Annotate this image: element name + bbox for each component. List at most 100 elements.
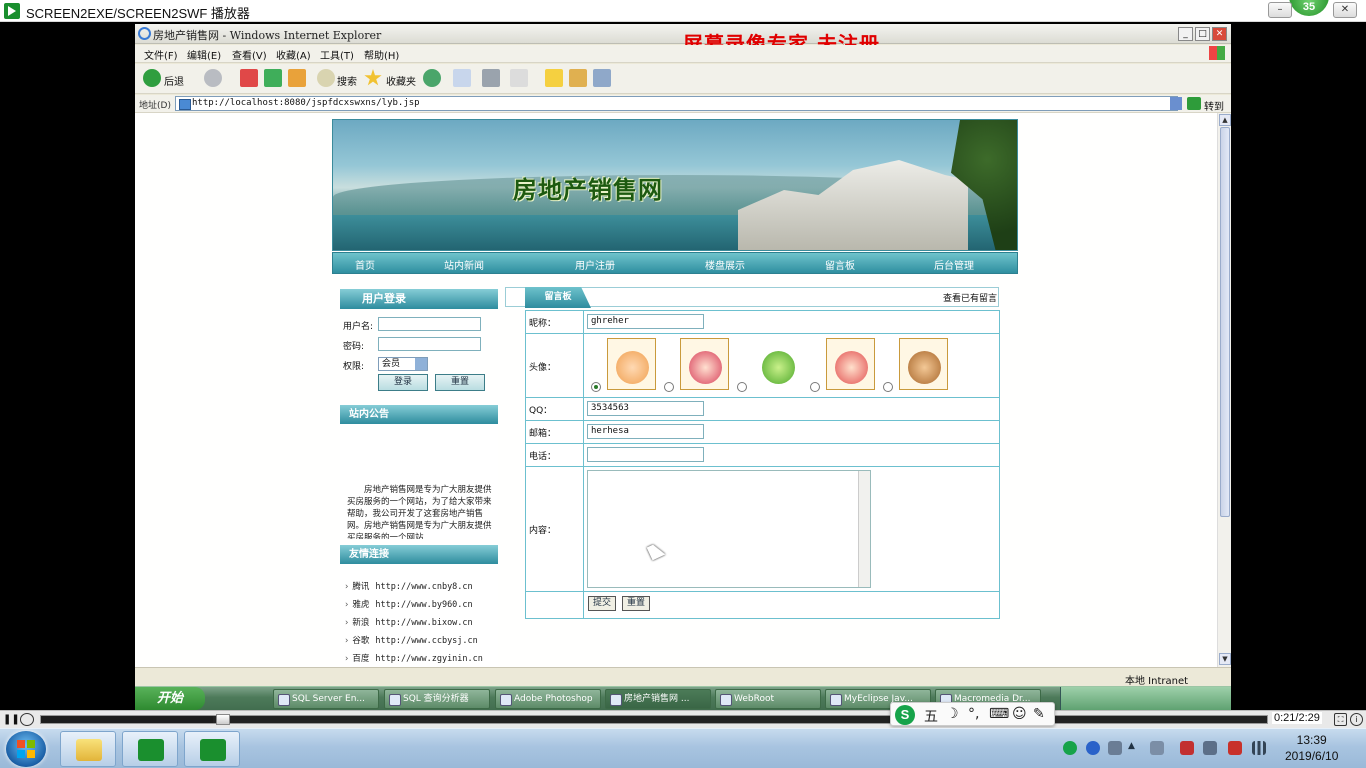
avatar-radio-4[interactable] (810, 382, 820, 392)
address-dropdown-icon[interactable] (1170, 97, 1182, 110)
scroll-thumb[interactable] (1220, 127, 1230, 517)
menu-favorites[interactable]: 收藏(A) (276, 47, 311, 62)
explorer-pinned[interactable] (60, 731, 116, 767)
role-select[interactable]: 会员 (378, 357, 428, 371)
help-tray-icon[interactable] (1086, 741, 1100, 755)
search-label[interactable]: 搜索 (337, 73, 357, 88)
half-width-icon[interactable]: ☽ (946, 706, 959, 722)
favorites-label[interactable]: 收藏夹 (386, 73, 416, 88)
folder-icon[interactable] (545, 69, 563, 87)
login-reset-button[interactable]: 重置 (435, 374, 485, 391)
username-input[interactable] (378, 317, 481, 331)
avatar-radio-2[interactable] (664, 382, 674, 392)
menu-edit[interactable]: 编辑(E) (187, 47, 221, 62)
nav-home[interactable]: 首页 (355, 257, 375, 272)
content-textarea[interactable] (587, 470, 871, 588)
nickname-input[interactable]: ghreher (587, 314, 704, 329)
fullscreen-icon[interactable]: ⛶ (1334, 713, 1347, 726)
avatar-option-4[interactable] (826, 338, 875, 390)
qq-input[interactable]: 3534563 (587, 401, 704, 416)
menu-tools[interactable]: 工具(T) (320, 47, 354, 62)
submit-button[interactable]: 提交 (588, 596, 616, 611)
go-button[interactable]: 转到 (1204, 98, 1224, 113)
avatar-radio-1[interactable] (591, 382, 601, 392)
friend-link[interactable]: › 雅虎 http://www.by960.cn (345, 598, 473, 610)
scroll-up-icon[interactable]: ▲ (1219, 114, 1231, 126)
stop-icon[interactable] (20, 713, 34, 726)
player-pinned-1[interactable] (122, 731, 178, 767)
signal-icon[interactable] (1252, 741, 1266, 755)
seek-thumb[interactable] (216, 714, 230, 725)
close-button[interactable]: ✕ (1333, 2, 1357, 18)
task-ie-page[interactable]: 房地产销售网 ... (605, 689, 711, 709)
info-icon[interactable]: i (1350, 713, 1363, 726)
ime-mode[interactable]: 五 (924, 706, 938, 726)
page-scrollbar[interactable]: ▲ ▼ (1217, 113, 1231, 667)
notification-badge[interactable]: 35 (1289, 0, 1329, 16)
refresh-icon[interactable] (264, 69, 282, 87)
sogou-tray-icon[interactable] (1063, 741, 1077, 755)
friend-link[interactable]: › 百度 http://www.zgyinin.cn (345, 652, 483, 664)
nav-news[interactable]: 站内新闻 (444, 257, 484, 272)
ie-maximize-button[interactable]: □ (1195, 27, 1210, 41)
punctuation-icon[interactable]: °, (968, 706, 979, 722)
friend-link[interactable]: › 谷歌 http://www.ccbysj.cn (345, 634, 478, 646)
address-input[interactable]: http://localhost:8080/jspfdcxswxns/lyb.j… (175, 96, 1178, 111)
task-sql-server[interactable]: SQL Server En... (273, 689, 379, 709)
login-button[interactable]: 登录 (378, 374, 428, 391)
home-icon[interactable] (288, 69, 306, 87)
email-input[interactable]: herhesa (587, 424, 704, 439)
minimize-button[interactable]: – (1268, 2, 1292, 18)
scroll-down-icon[interactable]: ▼ (1219, 653, 1231, 665)
task-sql-analyzer[interactable]: SQL 查询分析器 (384, 689, 490, 709)
stop-icon[interactable] (240, 69, 258, 87)
tray-flag-icon[interactable] (1108, 741, 1122, 755)
edit-icon[interactable] (510, 69, 528, 87)
win7-start-orb[interactable] (6, 731, 46, 767)
mail-icon[interactable] (453, 69, 471, 87)
seek-bar[interactable] (40, 714, 1268, 725)
view-all-messages-link[interactable]: 查看已有留言 (943, 291, 997, 304)
menu-help[interactable]: 帮助(H) (364, 47, 399, 62)
nav-properties[interactable]: 楼盘展示 (705, 257, 745, 272)
task-photoshop[interactable]: Adobe Photoshop (495, 689, 601, 709)
task-webroot[interactable]: WebRoot (715, 689, 821, 709)
avatar-radio-5[interactable] (883, 382, 893, 392)
forward-icon[interactable] (204, 69, 222, 87)
menu-file[interactable]: 文件(F) (144, 47, 178, 62)
action-center-icon[interactable] (1228, 741, 1242, 755)
form-reset-button[interactable]: 重置 (622, 596, 650, 611)
player-pinned-2[interactable] (184, 731, 240, 767)
nav-admin[interactable]: 后台管理 (934, 257, 974, 272)
favorites-star-icon[interactable] (364, 69, 382, 86)
book-icon[interactable] (569, 69, 587, 87)
ie-minimize-button[interactable]: _ (1178, 27, 1193, 41)
keyboard-icon[interactable]: ⌨ (989, 706, 1009, 722)
security-tray-icon[interactable] (1180, 741, 1194, 755)
back-icon[interactable] (143, 69, 161, 87)
nav-register[interactable]: 用户注册 (575, 257, 615, 272)
show-hidden-icons[interactable]: ▲ (1128, 741, 1142, 755)
win7-clock[interactable]: 13:39 2019/6/10 (1285, 732, 1338, 764)
settings-wrench-icon[interactable]: ✎ (1033, 706, 1045, 722)
history-icon[interactable] (423, 69, 441, 87)
avatar-radio-3[interactable] (737, 382, 747, 392)
textarea-scrollbar[interactable] (858, 471, 870, 587)
print-icon[interactable] (482, 69, 500, 87)
pause-icon[interactable]: ❚❚ (3, 713, 20, 726)
friend-link[interactable]: › 新浪 http://www.bixow.cn (345, 616, 473, 628)
avatar-option-5[interactable] (899, 338, 948, 390)
password-input[interactable] (378, 337, 481, 351)
avatar-option-3[interactable] (753, 338, 802, 390)
back-label[interactable]: 后退 (164, 73, 184, 88)
volume-icon[interactable] (1203, 741, 1217, 755)
search-icon[interactable] (317, 69, 335, 87)
research-icon[interactable] (593, 69, 611, 87)
go-arrow-icon[interactable] (1187, 97, 1201, 110)
sogou-logo-icon[interactable]: S (895, 705, 915, 725)
xp-start-button[interactable]: 开始 (135, 687, 205, 710)
network-device-icon[interactable] (1150, 741, 1164, 755)
user-icon[interactable]: ☺ (1012, 706, 1027, 722)
menu-view[interactable]: 查看(V) (232, 47, 267, 62)
ie-close-button[interactable]: ✕ (1212, 27, 1227, 41)
